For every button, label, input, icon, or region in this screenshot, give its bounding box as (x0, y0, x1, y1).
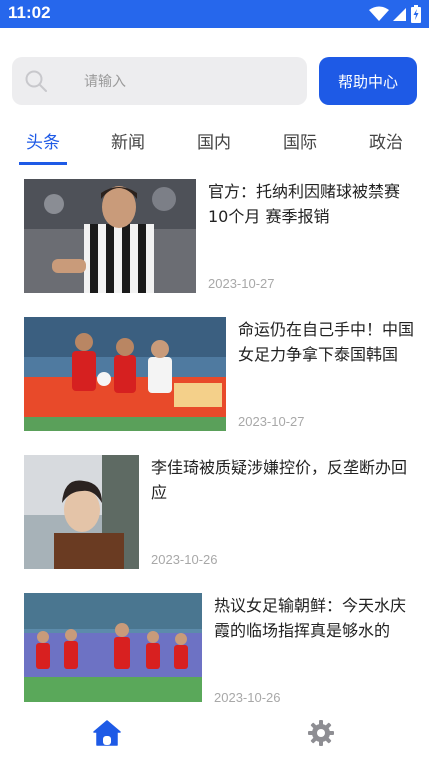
category-tabs: 头条 新闻 国内 国际 政治 (0, 120, 429, 166)
battery-charging-icon (411, 5, 421, 23)
news-thumbnail (24, 455, 139, 569)
status-icons (369, 5, 421, 23)
tab-domestic[interactable]: 国内 (184, 128, 244, 153)
news-item[interactable]: 热议女足输朝鲜：今天水庆霞的临场指挥真是够水的 2023-10-26 (0, 593, 429, 707)
status-bar: 11:02 (0, 0, 429, 28)
news-thumbnail (24, 179, 196, 293)
wifi-icon (369, 6, 389, 21)
news-title: 李佳琦被质疑涉嫌控价，反垄断办回应 (151, 458, 408, 502)
tab-headlines[interactable]: 头条 (13, 128, 73, 153)
search-placeholder: 请输入 (84, 73, 126, 89)
search-icon (25, 70, 47, 92)
news-date: 2023-10-27 (208, 276, 275, 291)
news-item[interactable]: 命运仍在自己手中！中国女足力争拿下泰国韩国 2023-10-27 (0, 317, 429, 431)
status-time: 11:02 (8, 3, 51, 22)
news-title: 官方：托纳利因赌球被禁赛10个月 赛季报销 (208, 182, 401, 226)
news-item[interactable]: 官方：托纳利因赌球被禁赛10个月 赛季报销 2023-10-27 (0, 179, 429, 293)
news-title: 热议女足输朝鲜：今天水庆霞的临场指挥真是够水的 (214, 596, 407, 640)
news-thumbnail (24, 593, 202, 702)
news-date: 2023-10-27 (238, 414, 305, 429)
news-date: 2023-10-26 (214, 690, 281, 705)
search-input[interactable]: 请输入 (12, 57, 307, 105)
help-center-button[interactable]: 帮助中心 (319, 57, 417, 105)
tab-politics[interactable]: 政治 (356, 128, 416, 153)
settings-icon[interactable] (308, 720, 334, 746)
tab-international[interactable]: 国际 (270, 128, 330, 153)
tab-news[interactable]: 新闻 (98, 128, 158, 153)
tab-active-indicator (19, 162, 67, 165)
news-item[interactable]: 李佳琦被质疑涉嫌控价，反垄断办回应 2023-10-26 (0, 455, 429, 569)
news-title: 命运仍在自己手中！中国女足力争拿下泰国韩国 (238, 320, 415, 364)
bottom-navigation (0, 712, 429, 762)
signal-icon (393, 8, 406, 21)
news-thumbnail (24, 317, 226, 431)
news-date: 2023-10-26 (151, 552, 218, 567)
home-icon[interactable] (93, 720, 121, 746)
